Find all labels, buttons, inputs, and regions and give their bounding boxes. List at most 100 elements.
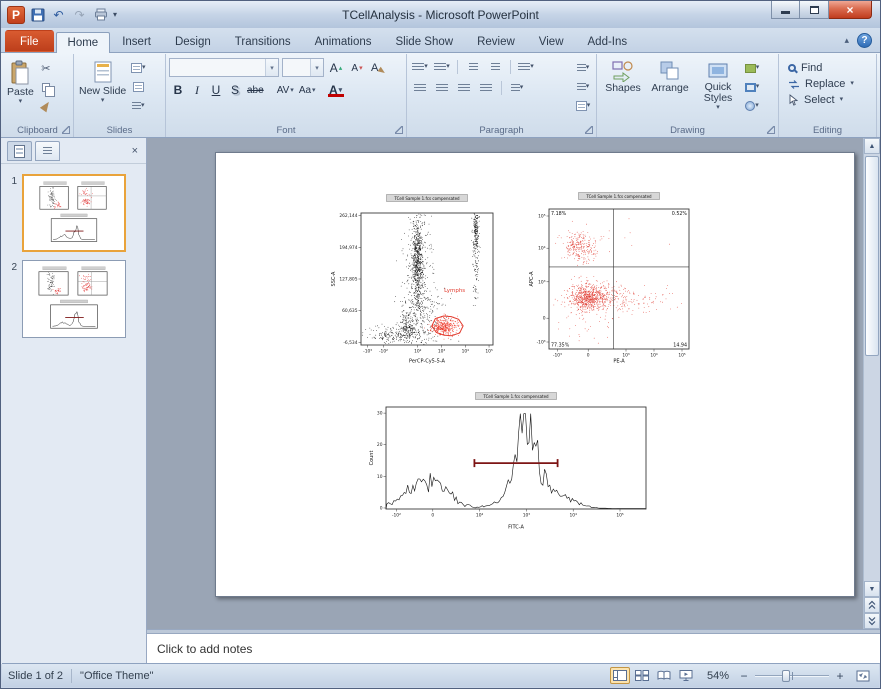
arrange-button[interactable]: Arrange — [646, 56, 694, 120]
redo-button[interactable]: ↷ — [71, 6, 88, 23]
normal-view-button[interactable] — [610, 667, 630, 684]
underline-button[interactable]: U — [207, 80, 225, 98]
clear-formatting-button[interactable]: A — [369, 58, 388, 76]
reset-button[interactable] — [128, 78, 148, 96]
scrollbar-track[interactable] — [864, 154, 880, 581]
ribbon-tab-animations[interactable]: Animations — [303, 31, 384, 52]
previous-slide-button[interactable] — [864, 597, 880, 613]
zoom-slider-handle[interactable] — [782, 670, 790, 682]
cut-button[interactable]: ✂ — [36, 59, 56, 77]
panel-close-button[interactable]: × — [130, 145, 140, 157]
zoom-slider[interactable] — [755, 669, 829, 683]
find-button[interactable]: Find — [788, 62, 873, 74]
change-case-button[interactable]: Aa▾ — [297, 80, 318, 98]
columns-button[interactable]: ▾ — [507, 79, 527, 97]
ribbon-tab-review[interactable]: Review — [465, 31, 527, 52]
ribbon-tab-design[interactable]: Design — [163, 31, 223, 52]
align-right-button[interactable] — [454, 79, 474, 97]
align-text-button[interactable]: ▾ — [573, 78, 593, 96]
grow-font-button[interactable]: A▴ — [327, 58, 345, 76]
slide-thumbnail-2[interactable] — [22, 260, 126, 338]
ribbon-tab-transitions[interactable]: Transitions — [223, 31, 303, 52]
select-button[interactable]: Select ▾ — [788, 94, 873, 106]
ribbon-tab-slide-show[interactable]: Slide Show — [384, 31, 466, 52]
scroll-up-button[interactable]: ▲ — [864, 138, 880, 154]
slide-show-button[interactable] — [676, 667, 696, 684]
undo-button[interactable]: ↶ — [50, 6, 67, 23]
zoom-level[interactable]: 54% — [707, 670, 729, 682]
bullets-button[interactable]: ▾ — [410, 58, 430, 76]
clipboard-dialog-launcher[interactable] — [62, 126, 70, 134]
paragraph-dialog-launcher[interactable] — [585, 126, 593, 134]
section-button[interactable]: ▾ — [128, 97, 148, 115]
zoom-out-button[interactable]: − — [737, 669, 751, 683]
numbering-button[interactable]: ▾ — [432, 58, 452, 76]
shapes-button[interactable]: Shapes — [600, 56, 646, 120]
shrink-font-button[interactable]: A▾ — [348, 58, 366, 76]
notes-pane[interactable]: Click to add notes — [147, 634, 880, 664]
outline-tab[interactable] — [35, 141, 60, 161]
format-painter-button[interactable] — [36, 97, 56, 115]
ribbon-tab-insert[interactable]: Insert — [110, 31, 163, 52]
next-slide-button[interactable] — [864, 613, 880, 629]
close-button[interactable]: × — [829, 1, 872, 19]
chevron-down-icon[interactable]: ▾ — [310, 59, 323, 76]
ribbon-tab-view[interactable]: View — [527, 31, 576, 52]
shape-outline-button[interactable]: ▾ — [742, 78, 762, 96]
line-spacing-button[interactable]: ▾ — [516, 58, 536, 76]
scrollbar-thumb[interactable] — [865, 156, 879, 356]
font-dialog-launcher[interactable] — [395, 126, 403, 134]
slide-thumbnail-1[interactable] — [22, 174, 126, 252]
help-button[interactable]: ? — [857, 33, 872, 48]
font-size-combo[interactable]: ▾ — [282, 58, 324, 77]
text-direction-button[interactable]: ▾ — [573, 59, 593, 77]
slides-tab[interactable] — [7, 141, 32, 161]
save-button[interactable] — [29, 6, 46, 23]
flow-histogram-fitc[interactable]: TCell Sample 1.fcs compensated3020100-10… — [356, 391, 656, 531]
font-name-combo[interactable]: ▾ — [169, 58, 279, 77]
italic-button[interactable]: I — [188, 80, 206, 98]
file-tab[interactable]: File — [5, 30, 54, 52]
convert-to-smartart-button[interactable]: ▾ — [573, 97, 593, 115]
svg-text:-6,534: -6,534 — [343, 340, 357, 346]
editor-column: TCell Sample 1.fcs compensated262,144194… — [147, 138, 880, 664]
theme-name[interactable]: "Office Theme" — [80, 670, 153, 682]
minimize-ribbon-button[interactable]: ▴ — [844, 35, 849, 46]
align-center-button[interactable] — [432, 79, 452, 97]
replace-button[interactable]: Replace ▾ — [788, 78, 873, 90]
minimize-button[interactable] — [771, 1, 800, 19]
ribbon-tab-add-ins[interactable]: Add-Ins — [576, 31, 640, 52]
paste-button[interactable]: Paste ▾ — [5, 56, 36, 120]
increase-indent-button[interactable] — [485, 58, 505, 76]
zoom-in-button[interactable]: + — [833, 669, 847, 683]
font-color-button[interactable]: A▾ — [327, 80, 345, 98]
layout-button[interactable]: ▾ — [128, 59, 148, 77]
strikethrough-button[interactable]: abe — [245, 80, 266, 98]
print-preview-button[interactable] — [92, 6, 109, 23]
justify-button[interactable] — [476, 79, 496, 97]
scroll-down-button[interactable]: ▼ — [864, 581, 880, 597]
character-spacing-button[interactable]: AV▾ — [275, 80, 296, 98]
powerpoint-logo-icon[interactable]: P — [7, 6, 25, 24]
slide-canvas[interactable]: TCell Sample 1.fcs compensated262,144194… — [215, 152, 855, 597]
align-left-button[interactable] — [410, 79, 430, 97]
shape-fill-button[interactable]: ▾ — [742, 59, 762, 77]
fit-slide-to-window-button[interactable] — [853, 667, 873, 684]
shape-effects-button[interactable]: ▾ — [742, 97, 762, 115]
bold-button[interactable]: B — [169, 80, 187, 98]
vertical-scrollbar[interactable]: ▲ ▼ — [863, 138, 880, 629]
copy-button[interactable] — [36, 78, 56, 96]
flow-plot-ssc-vs-percp[interactable]: TCell Sample 1.fcs compensated262,144194… — [311, 193, 501, 365]
decrease-indent-button[interactable] — [463, 58, 483, 76]
slide-sorter-view-button[interactable] — [632, 667, 652, 684]
ribbon-tab-home[interactable]: Home — [56, 32, 111, 53]
text-shadow-button[interactable]: S — [226, 80, 244, 98]
flow-plot-apc-vs-pe[interactable]: TCell Sample 1.fcs compensated10⁵10⁴10³0… — [521, 191, 706, 365]
chevron-down-icon[interactable]: ▾ — [265, 59, 278, 76]
new-slide-button[interactable]: New Slide ▾ — [77, 56, 128, 120]
reading-view-button[interactable] — [654, 667, 674, 684]
maximize-button[interactable] — [800, 1, 829, 19]
quick-styles-button[interactable]: Quick Styles ▾ — [694, 56, 742, 120]
qat-customize-button[interactable]: ▾ — [113, 10, 117, 19]
drawing-dialog-launcher[interactable] — [767, 126, 775, 134]
